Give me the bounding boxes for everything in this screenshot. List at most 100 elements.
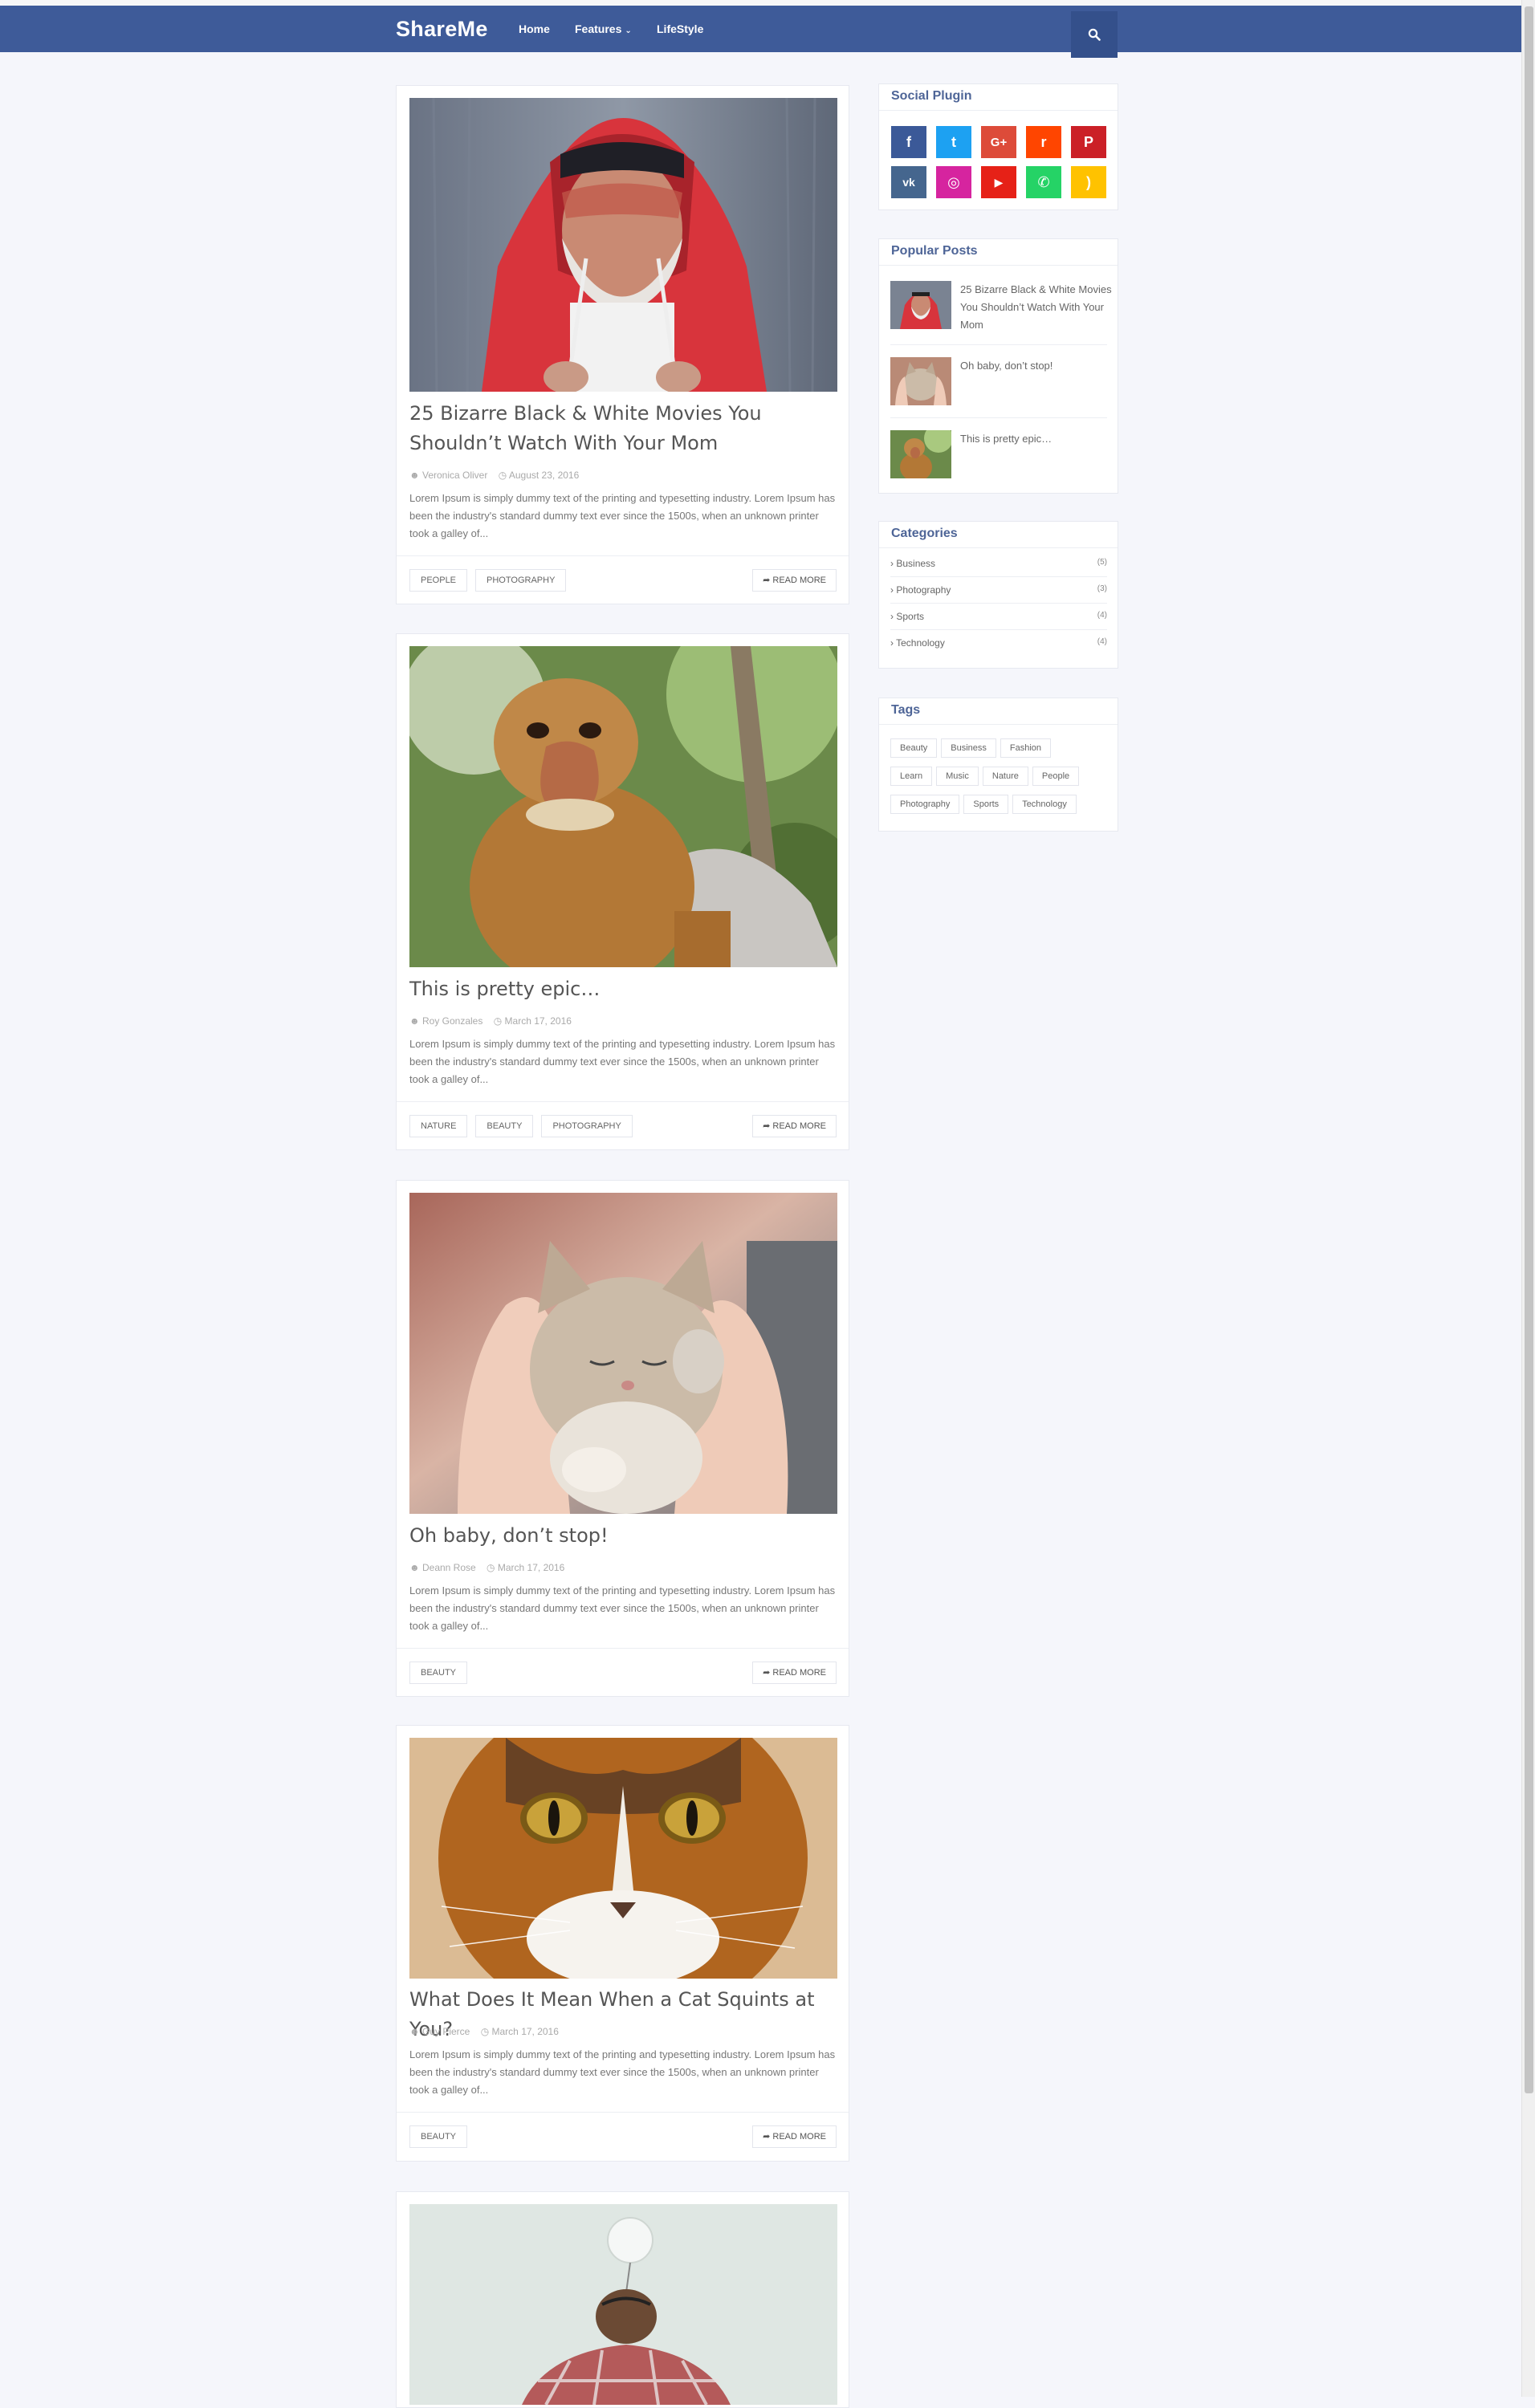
post-tag[interactable]: BEAUTY bbox=[409, 2125, 468, 2148]
popular-post-thumbnail[interactable] bbox=[890, 281, 951, 329]
search-button[interactable] bbox=[1071, 11, 1118, 58]
read-more-button[interactable]: ➦ READ MORE bbox=[752, 2125, 837, 2148]
post-tag[interactable]: NATURE bbox=[409, 1115, 468, 1137]
top-navbar: ShareMe Home Features ⌄ LifeStyle bbox=[0, 6, 1521, 58]
user-icon: ☻ bbox=[409, 1562, 420, 1573]
read-more-label: READ MORE bbox=[772, 576, 826, 585]
post-tag[interactable]: PEOPLE bbox=[409, 569, 468, 592]
post-image[interactable] bbox=[409, 1738, 837, 1979]
post-meta: ☻ Roy Gonzales ◷ March 17, 2016 bbox=[409, 1015, 572, 1027]
tag-photography[interactable]: Photography bbox=[890, 795, 960, 814]
category-item-sports[interactable]: › Sports (4) bbox=[890, 604, 1107, 630]
man-with-balloon-photo bbox=[409, 2204, 837, 2405]
chevron-down-icon: ⌄ bbox=[625, 26, 632, 35]
rss-icon[interactable]: ) bbox=[1071, 166, 1106, 198]
nav-home-label: Home bbox=[519, 22, 550, 35]
instagram-icon[interactable]: ◎ bbox=[936, 166, 971, 198]
reddit-icon[interactable]: r bbox=[1026, 126, 1061, 158]
tag-nature[interactable]: Nature bbox=[982, 767, 1028, 786]
tags-widget: Tags Beauty Business Fashion Learn Music Nat… bbox=[878, 698, 1118, 832]
site-logo[interactable]: ShareMe bbox=[396, 17, 488, 42]
tag-music[interactable]: Music bbox=[936, 767, 979, 786]
post-author[interactable]: Roy Gonzales bbox=[422, 1015, 482, 1027]
scrollbar-thumb[interactable] bbox=[1525, 6, 1533, 2093]
popular-post-thumbnail[interactable] bbox=[890, 357, 951, 405]
post-title[interactable]: 25 Bizarre Black & White Movies You Shou… bbox=[409, 399, 843, 458]
youtube-icon[interactable]: ▶ bbox=[981, 166, 1016, 198]
google-plus-icon[interactable]: G+ bbox=[981, 126, 1016, 158]
nav-lifestyle[interactable]: LifeStyle bbox=[657, 22, 703, 35]
post-date: August 23, 2016 bbox=[508, 470, 580, 481]
search-icon bbox=[1088, 28, 1101, 41]
tag-sports[interactable]: Sports bbox=[963, 795, 1009, 814]
widget-title: Social Plugin bbox=[891, 89, 972, 103]
post-author[interactable]: Guy Pierce bbox=[422, 2026, 470, 2037]
post-card bbox=[396, 2191, 849, 2408]
category-item-photography[interactable]: › Photography (3) bbox=[890, 577, 1107, 604]
popular-post-thumbnail[interactable] bbox=[890, 430, 951, 478]
post-image[interactable] bbox=[409, 1193, 837, 1514]
post-title[interactable]: This is pretty epic… bbox=[409, 974, 843, 1004]
popular-post-title[interactable]: 25 Bizarre Black & White Movies You Shou… bbox=[960, 281, 1113, 334]
post-author[interactable]: Deann Rose bbox=[422, 1562, 476, 1573]
post-footer: BEAUTY ➦ READ MORE bbox=[409, 1662, 837, 1684]
popular-post-title[interactable]: Oh baby, don’t stop! bbox=[960, 357, 1113, 375]
post-tag[interactable]: BEAUTY bbox=[475, 1115, 534, 1137]
social-plugin-widget: Social Plugin f t G+ r P vk ◎ ▶ ✆ ) bbox=[878, 83, 1118, 210]
nav-home[interactable]: Home bbox=[519, 22, 550, 35]
post-tag[interactable]: PHOTOGRAPHY bbox=[541, 1115, 633, 1137]
categories-widget: Categories › Business (5) › Photography … bbox=[878, 521, 1118, 669]
post-image[interactable] bbox=[409, 98, 837, 392]
post-excerpt: Lorem Ipsum is simply dummy text of the … bbox=[409, 492, 836, 539]
read-more-button[interactable]: ➦ READ MORE bbox=[752, 1115, 837, 1137]
tag-people[interactable]: People bbox=[1032, 767, 1080, 786]
hooded-man-photo bbox=[409, 98, 837, 392]
chevron-right-icon: › bbox=[890, 637, 894, 649]
post-meta: ☻ Guy Pierce ◷ March 17, 2016 bbox=[409, 2026, 559, 2037]
category-item-business[interactable]: › Business (5) bbox=[890, 551, 1107, 577]
user-icon: ☻ bbox=[409, 2026, 420, 2037]
popular-post-item[interactable]: Oh baby, don’t stop! bbox=[890, 357, 1107, 407]
user-icon: ☻ bbox=[409, 470, 420, 481]
pinterest-icon[interactable]: P bbox=[1071, 126, 1106, 158]
tag-learn[interactable]: Learn bbox=[890, 767, 933, 786]
read-more-button[interactable]: ➦ READ MORE bbox=[752, 569, 837, 592]
widget-title: Categories bbox=[891, 527, 958, 540]
post-author[interactable]: Veronica Oliver bbox=[422, 470, 487, 481]
share-icon: ➦ bbox=[763, 1668, 771, 1678]
vk-icon[interactable]: vk bbox=[891, 166, 926, 198]
popular-posts-widget: Popular Posts 25 Bizarre Black & White M… bbox=[878, 238, 1118, 494]
tag-business[interactable]: Business bbox=[941, 738, 996, 758]
widget-title-divider bbox=[879, 547, 1118, 548]
kitten-thumbnail bbox=[890, 357, 951, 405]
post-tag[interactable]: PHOTOGRAPHY bbox=[475, 569, 567, 592]
facebook-icon[interactable]: f bbox=[891, 126, 926, 158]
category-item-technology[interactable]: › Technology (4) bbox=[890, 630, 1107, 657]
post-image[interactable] bbox=[409, 646, 837, 967]
popular-post-item[interactable]: This is pretty epic… bbox=[890, 430, 1107, 480]
user-icon: ☻ bbox=[409, 1015, 420, 1027]
widget-title-divider bbox=[879, 110, 1118, 111]
category-name: Business bbox=[896, 558, 936, 569]
popular-post-title[interactable]: This is pretty epic… bbox=[960, 430, 1113, 448]
category-count: (5) bbox=[1097, 558, 1107, 567]
popular-post-item[interactable]: 25 Bizarre Black & White Movies You Shou… bbox=[890, 281, 1112, 331]
twitter-icon[interactable]: t bbox=[936, 126, 971, 158]
clock-icon: ◷ bbox=[480, 2026, 490, 2037]
clock-icon: ◷ bbox=[493, 1015, 503, 1027]
tag-technology[interactable]: Technology bbox=[1012, 795, 1077, 814]
post-image[interactable] bbox=[409, 2204, 837, 2405]
page-scrollbar[interactable] bbox=[1521, 0, 1535, 2397]
category-name: Technology bbox=[896, 637, 945, 649]
post-card: Oh baby, don’t stop! ☻ Deann Rose ◷ Marc… bbox=[396, 1180, 849, 1697]
tag-beauty[interactable]: Beauty bbox=[890, 738, 938, 758]
post-tag[interactable]: BEAUTY bbox=[409, 1662, 468, 1684]
nav-features[interactable]: Features ⌄ bbox=[575, 22, 632, 35]
read-more-button[interactable]: ➦ READ MORE bbox=[752, 1662, 837, 1684]
post-card: 25 Bizarre Black & White Movies You Shou… bbox=[396, 85, 849, 604]
post-title[interactable]: Oh baby, don’t stop! bbox=[409, 1521, 843, 1551]
post-divider bbox=[397, 2112, 849, 2113]
whatsapp-icon[interactable]: ✆ bbox=[1026, 166, 1061, 198]
tag-fashion[interactable]: Fashion bbox=[1000, 738, 1052, 758]
post-date: March 17, 2016 bbox=[491, 2026, 559, 2037]
